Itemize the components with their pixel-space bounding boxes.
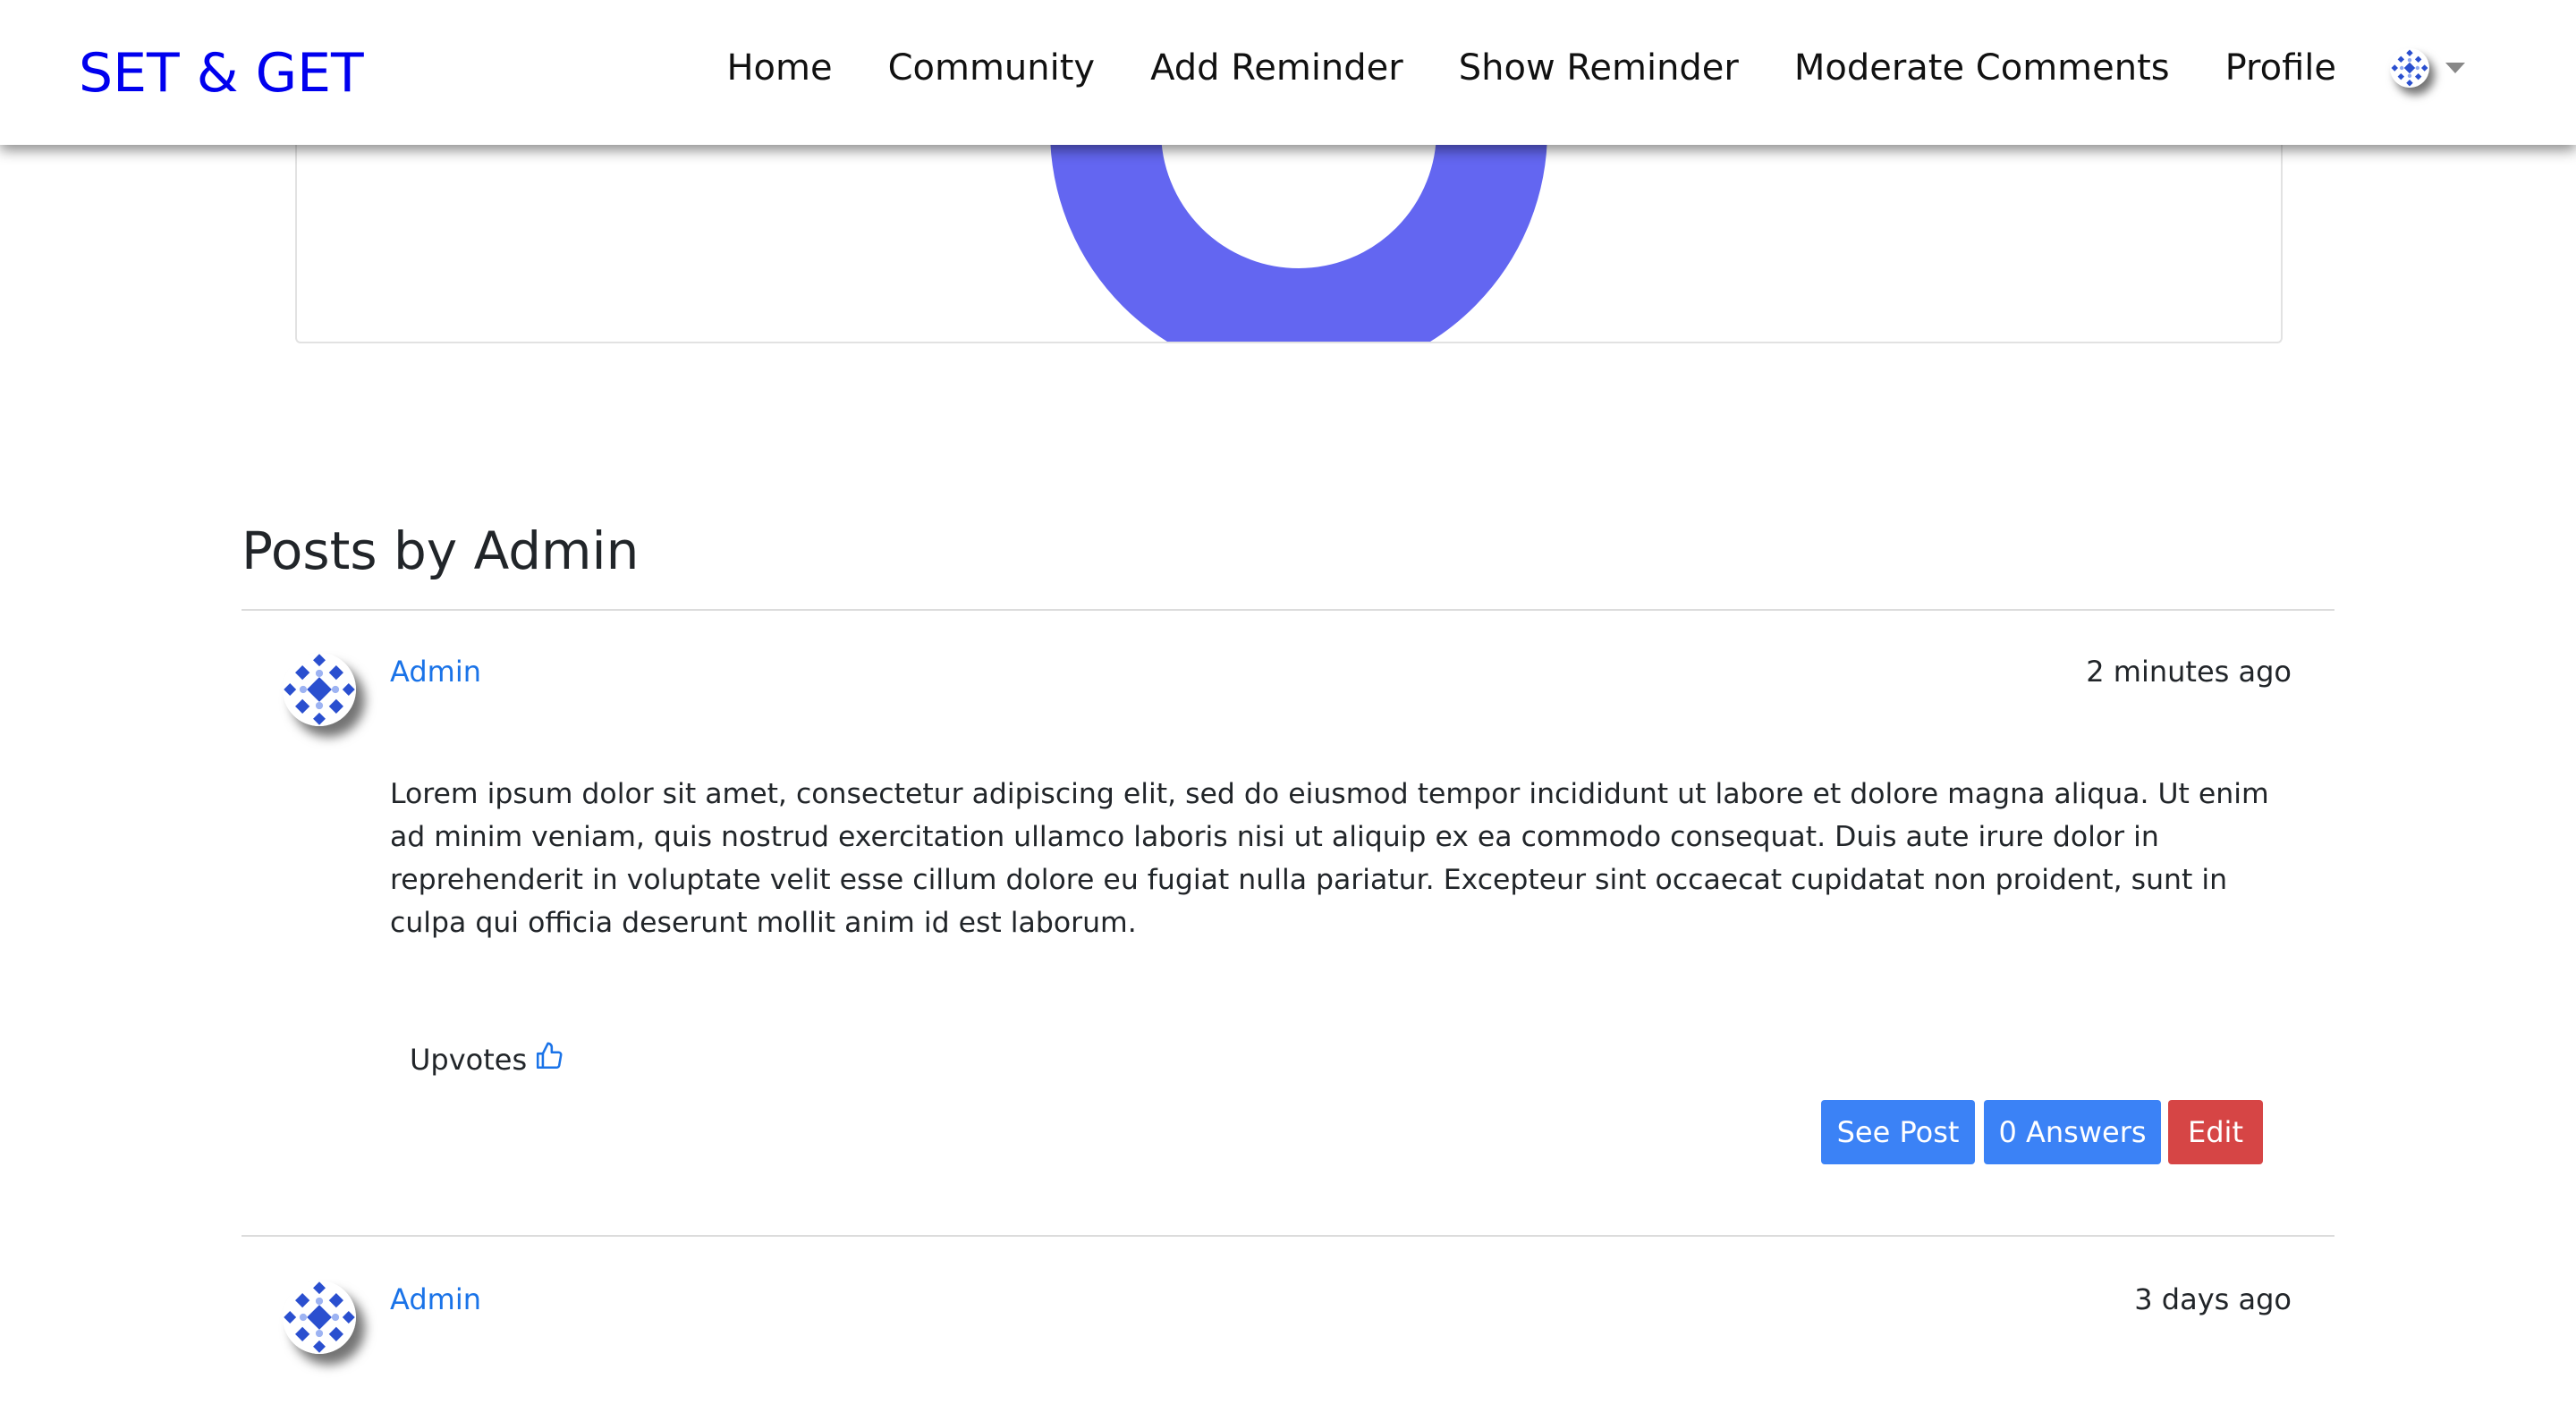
post-author-link[interactable]: Admin: [390, 1282, 481, 1316]
see-post-button[interactable]: See Post: [1821, 1100, 1975, 1164]
nav-show-reminder-link[interactable]: Show Reminder: [1459, 47, 1739, 89]
thumbs-up-icon[interactable]: [534, 1041, 564, 1078]
nav-community-link[interactable]: Community: [888, 47, 1096, 89]
post-author-avatar: [283, 1281, 356, 1354]
nav-profile-link[interactable]: Profile: [2225, 47, 2336, 89]
answers-button[interactable]: 0 Answers: [1984, 1100, 2161, 1164]
profile-dropdown-toggle[interactable]: [2390, 48, 2465, 88]
post-author-avatar: [283, 653, 356, 726]
brand-logo-link[interactable]: SET & GET: [79, 41, 364, 106]
profile-avatar-icon: [2390, 48, 2429, 88]
post-body-text: Lorem ipsum dolor sit amet, consectetur …: [390, 778, 2269, 939]
nav-home-link[interactable]: Home: [726, 47, 832, 89]
top-navbar: SET & GET Home Community Add Reminder Sh…: [0, 0, 2576, 145]
nav-moderate-comments-link[interactable]: Moderate Comments: [1794, 47, 2170, 89]
section-divider: [242, 609, 2334, 611]
upvotes-label: Upvotes: [410, 1043, 528, 1077]
upvotes-row: Upvotes: [410, 1041, 564, 1078]
post-timestamp: 3 days ago: [2134, 1282, 2292, 1316]
nav-links: Home Community Add Reminder Show Reminde…: [726, 0, 2465, 136]
post-timestamp: 2 minutes ago: [2086, 655, 2292, 689]
caret-down-icon: [2445, 63, 2465, 73]
nav-add-reminder-link[interactable]: Add Reminder: [1150, 47, 1403, 89]
edit-button[interactable]: Edit: [2168, 1100, 2263, 1164]
post-divider: [242, 1235, 2334, 1237]
post-author-link[interactable]: Admin: [390, 655, 481, 689]
posts-section-title: Posts by Admin: [242, 520, 640, 581]
